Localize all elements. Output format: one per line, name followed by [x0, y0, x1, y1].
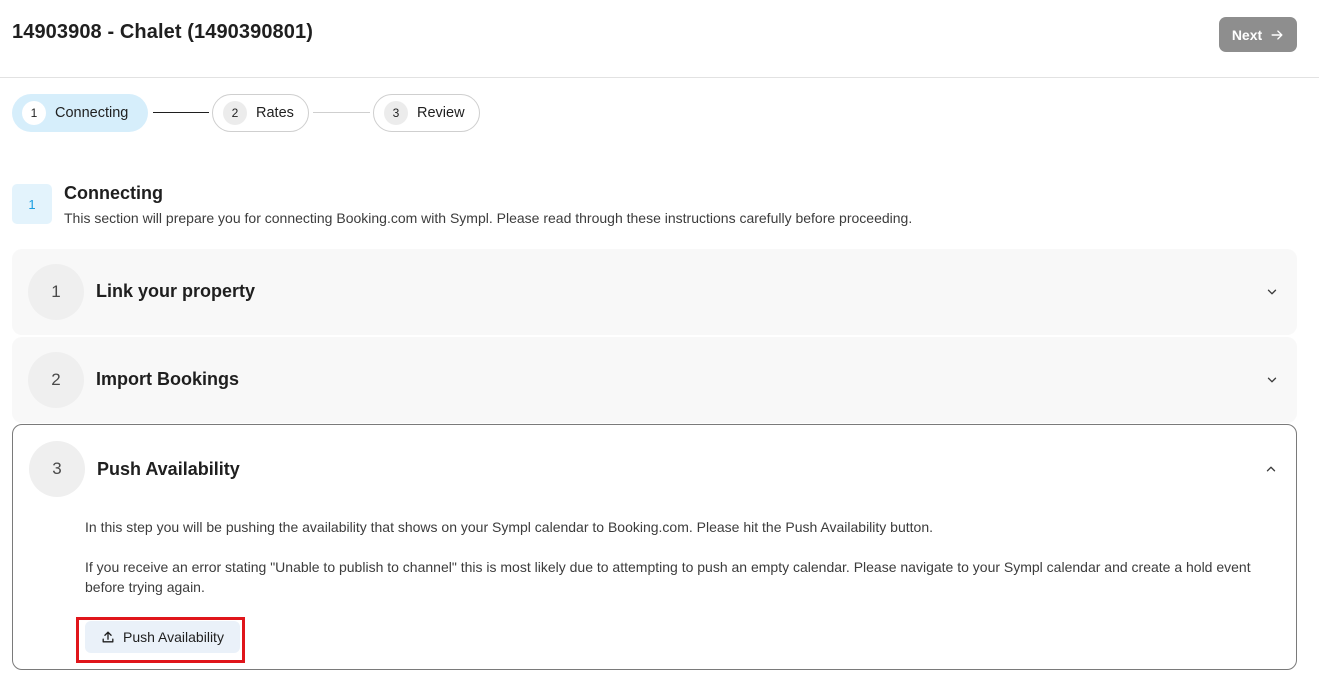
section-description: This section will prepare you for connec…: [64, 210, 913, 226]
accordion-title: Link your property: [96, 281, 256, 301]
next-button-label: Next: [1231, 26, 1263, 43]
step-label: Connecting: [55, 105, 129, 121]
step-label: Rates: [256, 105, 294, 121]
accordion-link-property[interactable]: 1 Link your property: [12, 249, 1297, 335]
step-review[interactable]: 3 Review: [373, 94, 480, 132]
step-number: 2: [223, 101, 247, 125]
highlight-box: [76, 617, 245, 663]
arrow-right-icon: [1271, 29, 1283, 40]
step-number: 1: [22, 101, 46, 125]
chevron-down-icon[interactable]: [1265, 373, 1279, 387]
step-number: 3: [384, 101, 408, 125]
instruction-paragraph: In this step you will be pushing the ava…: [85, 519, 933, 535]
step-label: Review: [417, 105, 465, 121]
page-title: 14903908 - Chalet (1490390801): [12, 21, 313, 43]
error-note-paragraph: If you receive an error stating "Unable …: [85, 559, 1251, 595]
chevron-down-icon[interactable]: [1265, 285, 1279, 299]
step-connector: [313, 112, 370, 113]
accordion-title: Import Bookings: [96, 369, 239, 389]
accordion-title[interactable]: Push Availability: [97, 459, 240, 480]
section-number-badge: 1: [12, 184, 52, 224]
accordion-step-number: 2: [28, 352, 84, 408]
accordion-step-number: 3: [29, 441, 85, 497]
next-button[interactable]: Next: [1219, 17, 1297, 52]
chevron-up-icon[interactable]: [1264, 462, 1278, 476]
accordion-import-bookings[interactable]: 2 Import Bookings: [12, 337, 1297, 423]
accordion-body: In this step you will be pushing the ava…: [85, 517, 1285, 617]
step-rates[interactable]: 2 Rates: [212, 94, 309, 132]
page-header: 14903908 - Chalet (1490390801) Next: [0, 0, 1319, 78]
step-connecting[interactable]: 1 Connecting: [12, 94, 148, 132]
step-connector: [153, 112, 209, 113]
accordion-step-number: 1: [28, 264, 84, 320]
section-title: Connecting: [64, 183, 163, 203]
